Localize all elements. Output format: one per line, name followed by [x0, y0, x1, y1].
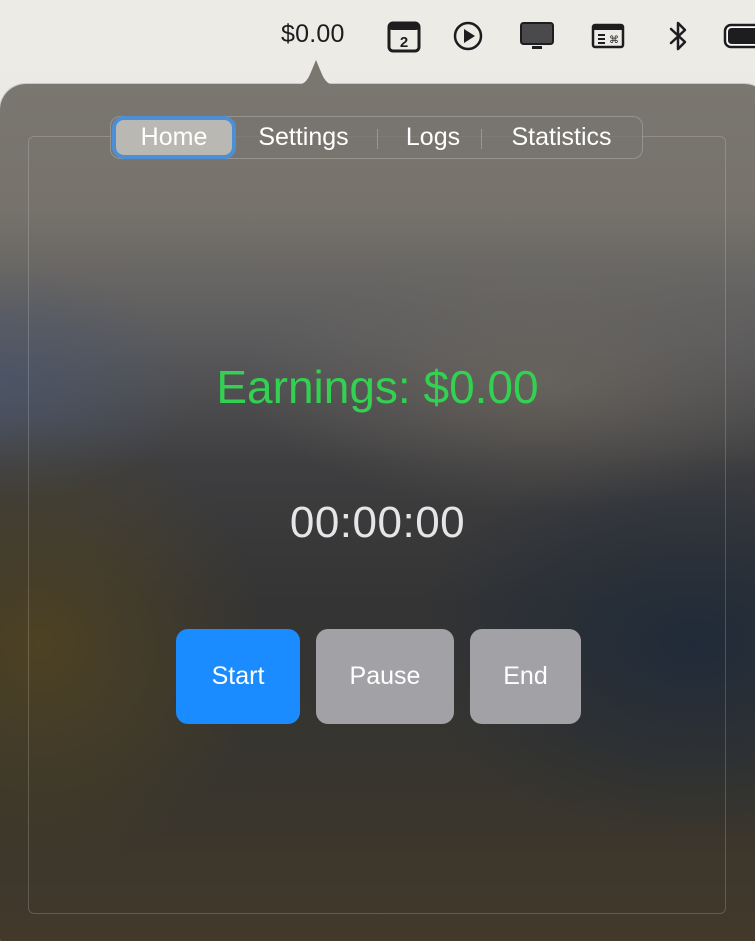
- keyboard-window-icon[interactable]: ⌘: [590, 18, 626, 54]
- elapsed-timer: 00:00:00: [289, 498, 466, 547]
- tab-statistics[interactable]: Statistics: [489, 117, 634, 158]
- earnings-label: Earnings: $0.00: [216, 361, 539, 413]
- pause-button[interactable]: Pause: [316, 629, 454, 724]
- popover-arrow: [291, 58, 341, 86]
- play-icon[interactable]: [450, 18, 486, 54]
- tab-bar: Home Settings Logs Statistics: [110, 116, 643, 159]
- start-button[interactable]: Start: [176, 629, 300, 724]
- calendar-icon[interactable]: 2: [386, 18, 422, 54]
- tab-divider: [481, 129, 482, 149]
- tab-divider: [377, 129, 378, 149]
- calendar-day-number: 2: [400, 34, 408, 51]
- bluetooth-icon[interactable]: [660, 18, 696, 54]
- display-icon[interactable]: [519, 18, 555, 54]
- battery-icon[interactable]: [722, 18, 755, 54]
- tab-logs[interactable]: Logs: [385, 117, 481, 158]
- svg-text:⌘: ⌘: [609, 35, 619, 46]
- menubar-earnings-item[interactable]: $0.00: [281, 20, 345, 49]
- tab-home[interactable]: Home: [116, 120, 232, 155]
- end-button[interactable]: End: [470, 629, 581, 724]
- tab-settings[interactable]: Settings: [241, 117, 366, 158]
- menu-bar: $0.00 2 ⌘: [0, 0, 755, 72]
